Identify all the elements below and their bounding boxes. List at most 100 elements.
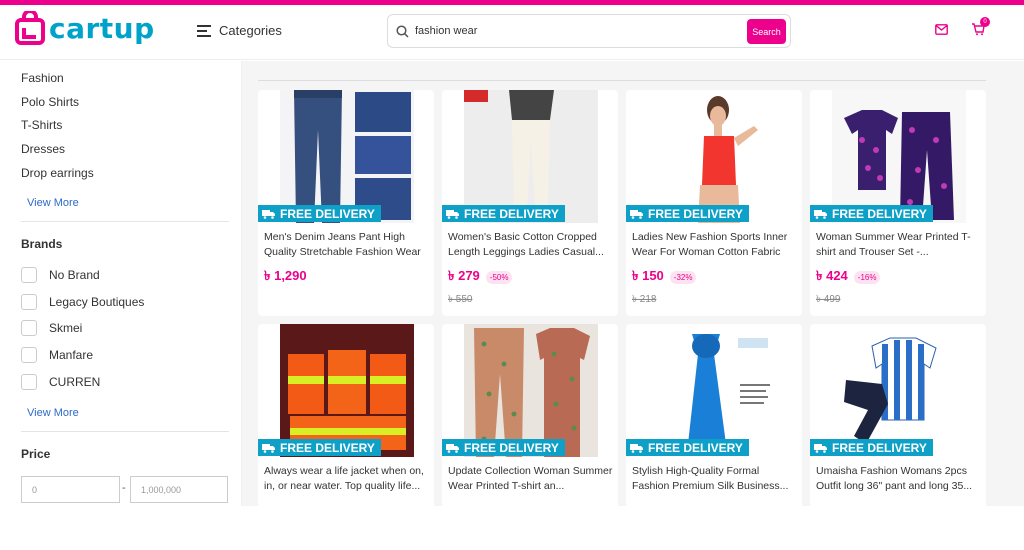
truck-icon [446, 209, 459, 219]
discount-badge: -16% [853, 271, 881, 284]
brand-filter-curren[interactable]: CURREN [21, 374, 100, 390]
cart-count-badge: 0 [980, 17, 990, 27]
original-price: ৳ 550 [448, 294, 473, 305]
product-title[interactable]: Men's Denim Jeans Pant High Quality Stre… [264, 230, 430, 259]
brand-filter-legacy-boutiques[interactable]: Legacy Boutiques [21, 294, 144, 310]
discount-badge: -32% [669, 271, 697, 284]
price-row: ৳ 150 -32% [632, 267, 697, 288]
categories-menu[interactable]: Categories [197, 23, 282, 38]
free-delivery-badge: FREE DELIVERY [258, 205, 381, 222]
checkbox[interactable] [21, 347, 37, 363]
product-title[interactable]: Women's Basic Cotton Cropped Length Legg… [448, 230, 614, 259]
free-delivery-badge: FREE DELIVERY [626, 439, 749, 456]
truck-icon [262, 209, 275, 219]
logo[interactable]: cartup [15, 11, 155, 45]
cart-button[interactable]: 0 [971, 17, 990, 36]
product-card[interactable]: FREE DELIVERY Stylish High-Quality Forma… [626, 324, 802, 550]
free-delivery-badge: FREE DELIVERY [442, 205, 565, 222]
mail-icon[interactable] [935, 24, 948, 35]
brand-filter-no-brand[interactable]: No Brand [21, 267, 100, 283]
discount-badge: -50% [485, 271, 513, 284]
badge-label: FREE DELIVERY [832, 440, 927, 455]
truck-icon [814, 209, 827, 219]
product-image-jeans [280, 90, 414, 223]
truck-icon [814, 443, 827, 453]
price-max-input[interactable]: 1,000,000 [130, 476, 228, 503]
price-min-input[interactable]: 0 [21, 476, 120, 503]
badge-label: FREE DELIVERY [648, 206, 743, 221]
shopping-bag-icon [15, 11, 45, 45]
free-delivery-badge: FREE DELIVERY [258, 439, 381, 456]
divider [21, 221, 229, 222]
product-title[interactable]: Umaisha Fashion Womans 2pcs Outfit long … [816, 464, 982, 493]
product-image-striped-outfit [832, 324, 966, 457]
product-title[interactable]: Always wear a life jacket when on, in, o… [264, 464, 430, 493]
current-price: ৳ 150 [632, 268, 664, 283]
brand-filter-manfare[interactable]: Manfare [21, 347, 93, 363]
badge-label: FREE DELIVERY [648, 440, 743, 455]
search-input[interactable] [415, 25, 735, 37]
product-title[interactable]: Ladies New Fashion Sports Inner Wear For… [632, 230, 798, 259]
product-card[interactable]: FREE DELIVERY Men's Denim Jeans Pant Hig… [258, 90, 434, 316]
category-item[interactable]: Drop earrings [21, 166, 94, 190]
product-grid: FREE DELIVERY Men's Denim Jeans Pant Hig… [242, 61, 1024, 550]
product-title[interactable]: Stylish High-Quality Formal Fashion Prem… [632, 464, 798, 493]
product-card[interactable]: FREE DELIVERY Women's Basic Cotton Cropp… [442, 90, 618, 316]
free-delivery-badge: FREE DELIVERY [810, 205, 933, 222]
badge-label: FREE DELIVERY [832, 206, 927, 221]
product-card[interactable]: FREE DELIVERY Woman Summer Wear Printed … [810, 90, 986, 316]
product-card[interactable]: FREE DELIVERY Umaisha Fashion Womans 2pc… [810, 324, 986, 550]
hamburger-icon [197, 24, 211, 37]
price-row: ৳ 424 -16% [816, 267, 881, 288]
brand-filter-skmei[interactable]: Skmei [21, 320, 82, 336]
divider [21, 431, 229, 432]
site-header: cartup Categories Search 0 [0, 5, 1024, 60]
divider [258, 80, 986, 81]
product-card[interactable]: FREE DELIVERY Ladies New Fashion Sports … [626, 90, 802, 316]
checkbox[interactable] [21, 294, 37, 310]
product-image-printed-set [832, 90, 966, 223]
original-price: ৳ 218 [632, 294, 657, 305]
product-image-sports-top [648, 90, 782, 223]
original-price: ৳ 499 [816, 294, 841, 305]
category-item[interactable]: T-Shirts [21, 118, 94, 142]
free-delivery-badge: FREE DELIVERY [626, 205, 749, 222]
product-title[interactable]: Woman Summer Wear Printed T-shirt and Tr… [816, 230, 982, 259]
price-separator: - [122, 482, 126, 494]
product-card[interactable]: FREE DELIVERY Update Collection Woman Su… [442, 324, 618, 550]
product-title[interactable]: Update Collection Woman Summer Wear Prin… [448, 464, 614, 493]
brands-title: Brands [21, 237, 63, 251]
badge-label: FREE DELIVERY [464, 206, 559, 221]
checkbox[interactable] [21, 320, 37, 336]
filter-sidebar: Fashion Polo Shirts T-Shirts Dresses Dro… [0, 61, 242, 506]
search-button[interactable]: Search [747, 19, 786, 44]
search-icon [396, 24, 409, 38]
free-delivery-badge: FREE DELIVERY [442, 439, 565, 456]
product-image-floral-set [464, 324, 598, 457]
search-bar: Search [387, 14, 791, 48]
product-image-silk-tie [648, 324, 782, 457]
category-list: Fashion Polo Shirts T-Shirts Dresses Dro… [21, 71, 94, 189]
current-price: ৳ 1,290 [264, 268, 307, 283]
current-price: ৳ 424 [816, 268, 848, 283]
view-more-brands-link[interactable]: View More [27, 407, 79, 419]
truck-icon [630, 209, 643, 219]
price-row: ৳ 279 -50% [448, 267, 513, 288]
brand-label: CURREN [49, 375, 101, 389]
checkbox[interactable] [21, 267, 37, 283]
truck-icon [446, 443, 459, 453]
free-delivery-badge: FREE DELIVERY [810, 439, 933, 456]
category-item[interactable]: Polo Shirts [21, 95, 94, 119]
badge-label: FREE DELIVERY [280, 440, 375, 455]
categories-label: Categories [219, 23, 282, 38]
brand-label: Skmei [49, 321, 83, 335]
truck-icon [262, 443, 275, 453]
category-item[interactable]: Fashion [21, 71, 94, 95]
current-price: ৳ 279 [448, 268, 480, 283]
view-more-categories-link[interactable]: View More [27, 197, 79, 209]
product-image-leggings [464, 90, 598, 223]
logo-text: cartup [49, 11, 155, 45]
category-item[interactable]: Dresses [21, 142, 94, 166]
checkbox[interactable] [21, 374, 37, 390]
product-card[interactable]: FREE DELIVERY Always wear a life jacket … [258, 324, 434, 550]
